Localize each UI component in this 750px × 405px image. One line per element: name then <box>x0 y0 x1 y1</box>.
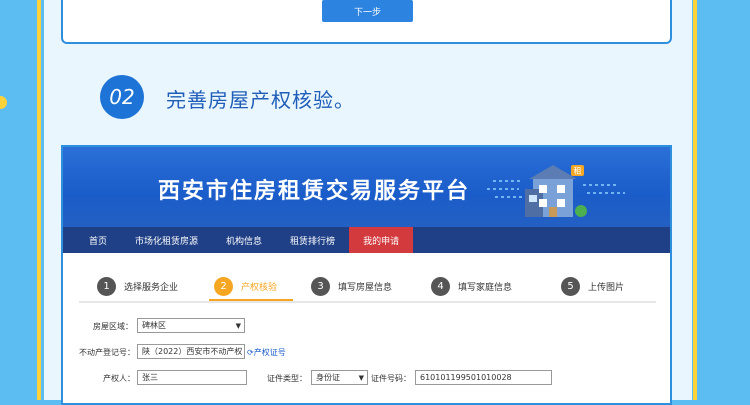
step-number: 5 <box>561 276 580 296</box>
id-type-select[interactable]: 身份证 ▼ <box>311 370 368 385</box>
section-number-badge: 02 <box>100 75 144 119</box>
id-type-label: 证件类型： <box>267 374 307 383</box>
previous-step-card: 下一步 <box>61 0 672 44</box>
step-3: 3 填写房屋信息 <box>311 275 392 297</box>
step-label: 填写家庭信息 <box>458 282 513 293</box>
step-label: 产权核验 <box>241 282 278 293</box>
step-label: 填写房屋信息 <box>338 282 393 293</box>
svg-text:租: 租 <box>574 167 582 176</box>
step-label: 上传图片 <box>588 282 625 293</box>
nav-item-my-applications[interactable]: 我的申请 <box>349 227 414 253</box>
nav-item-rankings[interactable]: 租赁排行榜 <box>276 227 349 253</box>
next-step-button[interactable]: 下一步 <box>322 0 413 22</box>
district-value: 碑林区 <box>142 321 166 330</box>
cert-no-input[interactable]: 陕（2022）西安市不动产权 <box>137 344 245 359</box>
platform-banner: 西安市住房租赁交易服务平台 租 <box>63 147 670 227</box>
district-select[interactable]: 碑林区 ▼ <box>137 318 245 333</box>
id-no-value: 610101199501010028 <box>420 373 512 382</box>
owner-input[interactable]: 张三 <box>137 370 247 385</box>
reload-cert-label: 产权证号 <box>253 348 286 357</box>
id-type-value: 身份证 <box>316 373 340 382</box>
step-2: 2 产权核验 <box>214 275 277 297</box>
nav-item-agencies[interactable]: 机构信息 <box>212 227 276 253</box>
main-nav: 首页 市场化租赁房源 机构信息 租赁排行榜 我的申请 <box>63 227 670 253</box>
house-illustration-icon: 租 <box>487 165 625 217</box>
step-number: 2 <box>214 276 233 296</box>
nav-item-market-listings[interactable]: 市场化租赁房源 <box>121 227 212 253</box>
nav-item-home[interactable]: 首页 <box>63 227 121 253</box>
step-number: 3 <box>311 276 330 296</box>
left-border-line <box>37 0 41 400</box>
id-no-label: 证件号码： <box>371 374 411 383</box>
district-label: 房屋区域： <box>93 322 133 331</box>
platform-title: 西安市住房租赁交易服务平台 <box>158 179 471 204</box>
id-no-input[interactable]: 610101199501010028 <box>415 370 552 385</box>
step-5: 5 上传图片 <box>561 275 624 297</box>
owner-value: 张三 <box>142 373 158 382</box>
reload-cert-link[interactable]: ⟳产权证号 <box>247 347 286 358</box>
owner-label: 产权人： <box>103 374 135 383</box>
cert-no-value: 陕（2022）西安市不动产权 <box>142 347 243 356</box>
cert-no-label: 不动产登记号： <box>79 348 135 357</box>
platform-screenshot: 西安市住房租赁交易服务平台 租 首页 市场化租赁房源 机构信息 租赁排行榜 我的… <box>61 145 672 405</box>
step-1: 1 选择服务企业 <box>97 275 178 297</box>
step-label: 选择服务企业 <box>124 282 179 293</box>
right-border-line <box>693 0 697 400</box>
refresh-icon: ⟳ <box>247 348 254 357</box>
active-step-underline <box>209 299 293 301</box>
step-number: 4 <box>431 276 450 296</box>
chevron-down-icon: ▼ <box>235 322 241 330</box>
side-dot <box>0 96 7 109</box>
section-title: 完善房屋产权核验。 <box>166 88 355 112</box>
step-progress: 1 选择服务企业 2 产权核验 3 填写房屋信息 4 填写家庭信息 5 上传图片 <box>79 275 656 303</box>
step-4: 4 填写家庭信息 <box>431 275 512 297</box>
step-number: 1 <box>97 276 116 296</box>
